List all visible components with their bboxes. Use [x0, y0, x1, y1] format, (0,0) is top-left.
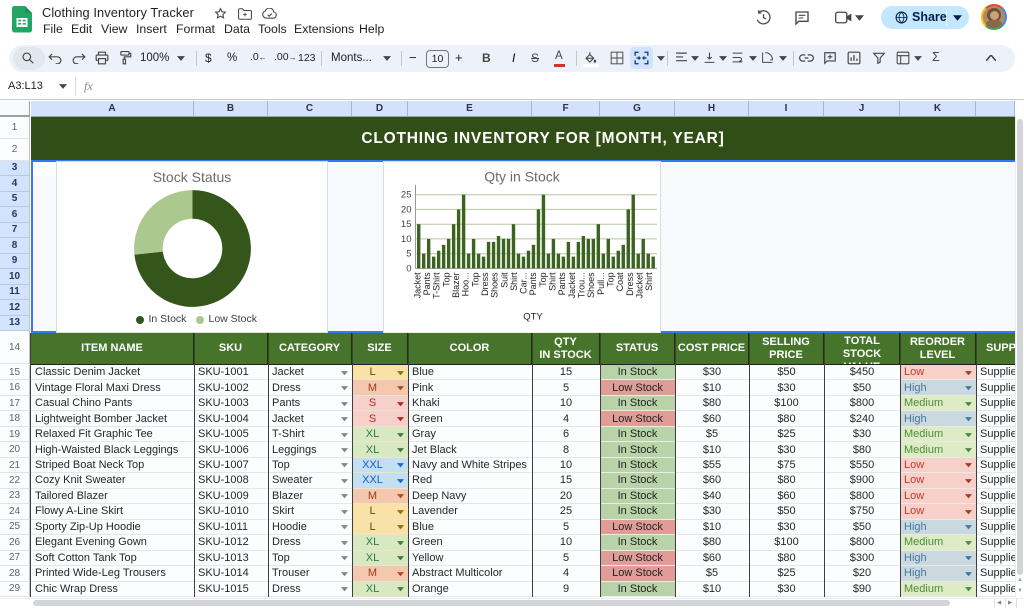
svg-text:T-Shirt: T-Shirt	[432, 271, 442, 298]
svg-text:Dress: Dress	[625, 271, 635, 295]
svg-text:15: 15	[401, 219, 412, 230]
svg-text:Qty in Stock: Qty in Stock	[484, 168, 560, 184]
svg-text:Top: Top	[441, 272, 451, 287]
svg-text:Shoes: Shoes	[586, 271, 596, 297]
svg-text:Jacket: Jacket	[412, 271, 422, 298]
svg-text:Top: Top	[606, 272, 616, 287]
svg-text:Jacket: Jacket	[567, 271, 577, 298]
svg-text:Coat: Coat	[615, 271, 625, 291]
svg-text:Shirt: Shirt	[644, 271, 654, 290]
svg-text:Shirt: Shirt	[509, 271, 519, 290]
svg-text:Pants: Pants	[557, 271, 567, 295]
svg-text:0: 0	[406, 263, 411, 274]
svg-text:20: 20	[401, 204, 412, 215]
svg-text:Pants: Pants	[528, 271, 538, 295]
svg-text:Pants: Pants	[422, 271, 432, 295]
svg-text:Top: Top	[538, 272, 548, 287]
svg-text:Trou...: Trou...	[577, 272, 587, 298]
svg-text:Car...: Car...	[519, 272, 529, 294]
svg-text:Jacket: Jacket	[635, 271, 645, 298]
svg-text:Shoes: Shoes	[490, 271, 500, 297]
svg-text:QTY: QTY	[523, 311, 543, 322]
svg-text:Hoo...: Hoo...	[461, 272, 471, 296]
svg-text:Pull...: Pull...	[596, 272, 606, 295]
svg-text:Dress: Dress	[480, 271, 490, 295]
svg-text:Suit: Suit	[499, 271, 509, 287]
svg-text:Top: Top	[470, 272, 480, 287]
svg-text:25: 25	[401, 189, 412, 200]
svg-text:5: 5	[406, 248, 411, 259]
svg-text:Blazer: Blazer	[451, 272, 461, 298]
svg-text:Shirt: Shirt	[548, 271, 558, 290]
svg-text:10: 10	[401, 233, 412, 244]
